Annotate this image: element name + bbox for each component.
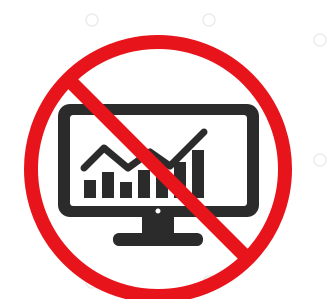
monitor-power-dot — [155, 208, 161, 214]
chart-bar — [84, 180, 96, 198]
monitor-base — [113, 233, 203, 246]
monitor-neck — [142, 217, 174, 234]
no-monitoring-icon — [24, 13, 327, 299]
chart-bar — [120, 182, 132, 198]
chart-bar — [138, 170, 150, 198]
chart-bar — [102, 172, 114, 198]
prohibition-graphic — [0, 0, 330, 299]
chart-bar — [192, 150, 204, 198]
